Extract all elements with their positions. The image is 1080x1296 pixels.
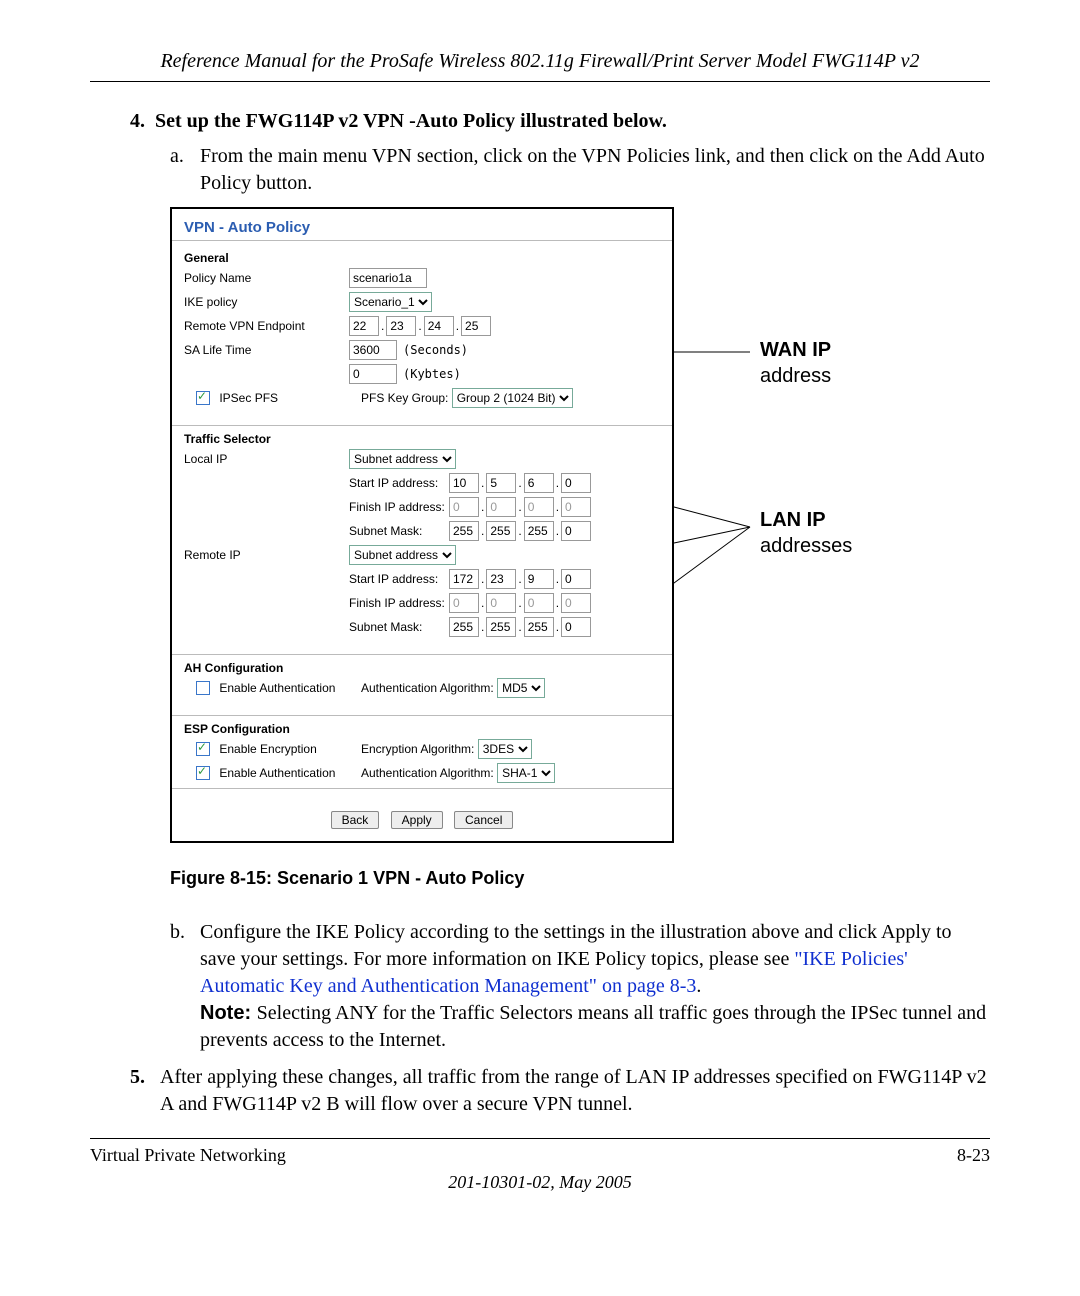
apply-button[interactable]: Apply xyxy=(391,811,443,829)
sa-kbytes-unit: (Kybtes) xyxy=(403,367,461,381)
local-mask-oct2[interactable] xyxy=(486,521,516,541)
step-5: 5. After applying these changes, all tra… xyxy=(130,1064,990,1118)
remote-finish-oct4[interactable] xyxy=(561,593,591,613)
remote-mask-oct3[interactable] xyxy=(524,617,554,637)
local-mask-oct3[interactable] xyxy=(524,521,554,541)
local-ip-label: Local IP xyxy=(184,452,349,466)
ipsec-pfs-label: IPSec PFS xyxy=(219,391,278,405)
step-4a: a. From the main menu VPN section, click… xyxy=(170,143,990,197)
ah-auth-algo-select[interactable]: MD5 xyxy=(497,678,545,698)
local-ip-type-select[interactable]: Subnet address xyxy=(349,449,456,469)
remote-finish-oct1[interactable] xyxy=(449,593,479,613)
local-finish-oct3[interactable] xyxy=(524,497,554,517)
ah-config-heading: AH Configuration xyxy=(184,661,660,675)
esp-config-heading: ESP Configuration xyxy=(184,722,660,736)
pfs-key-group-label: PFS Key Group: xyxy=(361,391,448,405)
local-finish-oct4[interactable] xyxy=(561,497,591,517)
ike-policy-select[interactable]: Scenario_1 xyxy=(349,292,432,312)
local-subnet-mask-label: Subnet Mask: xyxy=(349,524,449,538)
vpn-auto-policy-panel: VPN - Auto Policy General Policy Name IK… xyxy=(170,207,674,843)
remote-start-oct3[interactable] xyxy=(524,569,554,589)
remote-start-oct1[interactable] xyxy=(449,569,479,589)
local-finish-oct2[interactable] xyxy=(486,497,516,517)
remote-start-oct4[interactable] xyxy=(561,569,591,589)
remote-finish-oct2[interactable] xyxy=(486,593,516,613)
esp-enable-enc-checkbox[interactable] xyxy=(196,742,210,756)
remote-ep-oct4[interactable] xyxy=(461,316,491,336)
step-4-heading: 4. Set up the FWG114P v2 VPN -Auto Polic… xyxy=(130,110,990,133)
remote-subnet-mask-label: Subnet Mask: xyxy=(349,620,449,634)
local-start-oct1[interactable] xyxy=(449,473,479,493)
esp-auth-algo-label: Authentication Algorithm: xyxy=(361,766,494,780)
remote-ip-label: Remote IP xyxy=(184,548,349,562)
sa-seconds-input[interactable] xyxy=(349,340,397,360)
figure-8-15: WAN IPaddress LAN IPaddresses VPN - Auto… xyxy=(170,207,990,843)
ah-enable-auth-label: Enable Authentication xyxy=(219,681,335,695)
policy-name-input[interactable] xyxy=(349,268,427,288)
local-finish-ip-label: Finish IP address: xyxy=(349,500,449,514)
back-button[interactable]: Back xyxy=(331,811,380,829)
ah-enable-auth-checkbox[interactable] xyxy=(196,681,210,695)
local-mask-oct1[interactable] xyxy=(449,521,479,541)
page-footer: Virtual Private Networking 8-23 xyxy=(90,1138,990,1166)
local-start-oct4[interactable] xyxy=(561,473,591,493)
remote-ep-oct3[interactable] xyxy=(424,316,454,336)
local-start-oct2[interactable] xyxy=(486,473,516,493)
panel-title: VPN - Auto Policy xyxy=(172,209,672,241)
esp-enable-auth-checkbox[interactable] xyxy=(196,766,210,780)
local-start-oct3[interactable] xyxy=(524,473,554,493)
remote-mask-oct2[interactable] xyxy=(486,617,516,637)
ipsec-pfs-checkbox[interactable] xyxy=(196,391,210,405)
sa-life-time-label: SA Life Time xyxy=(184,343,349,357)
remote-ep-oct2[interactable] xyxy=(386,316,416,336)
esp-enable-auth-label: Enable Authentication xyxy=(219,766,335,780)
doc-id: 201-10301-02, May 2005 xyxy=(90,1172,990,1193)
esp-enable-enc-label: Enable Encryption xyxy=(219,742,316,756)
local-start-ip-label: Start IP address: xyxy=(349,476,449,490)
ah-auth-algo-label: Authentication Algorithm: xyxy=(361,681,494,695)
esp-enc-algo-select[interactable]: 3DES xyxy=(478,739,532,759)
footer-left: Virtual Private Networking xyxy=(90,1145,286,1166)
remote-start-ip-label: Start IP address: xyxy=(349,572,449,586)
pfs-key-group-select[interactable]: Group 2 (1024 Bit) xyxy=(452,388,573,408)
remote-ip-type-select[interactable]: Subnet address xyxy=(349,545,456,565)
remote-endpoint-label: Remote VPN Endpoint xyxy=(184,319,349,333)
remote-ep-oct1[interactable] xyxy=(349,316,379,336)
annotation-lan-ip: LAN IPaddresses xyxy=(760,507,852,559)
sa-kbytes-input[interactable] xyxy=(349,364,397,384)
local-mask-oct4[interactable] xyxy=(561,521,591,541)
esp-auth-algo-select[interactable]: SHA-1 xyxy=(497,763,555,783)
annotation-wan-ip: WAN IPaddress xyxy=(760,337,831,389)
esp-enc-algo-label: Encryption Algorithm: xyxy=(361,742,474,756)
step-4b: b. Configure the IKE Policy according to… xyxy=(170,919,990,1054)
figure-caption: Figure 8-15: Scenario 1 VPN - Auto Polic… xyxy=(170,868,990,889)
local-finish-oct1[interactable] xyxy=(449,497,479,517)
manual-header: Reference Manual for the ProSafe Wireles… xyxy=(90,50,990,82)
cancel-button[interactable]: Cancel xyxy=(454,811,513,829)
remote-start-oct2[interactable] xyxy=(486,569,516,589)
policy-name-label: Policy Name xyxy=(184,271,349,285)
remote-finish-oct3[interactable] xyxy=(524,593,554,613)
general-heading: General xyxy=(184,251,660,265)
traffic-selector-heading: Traffic Selector xyxy=(184,432,660,446)
remote-finish-ip-label: Finish IP address: xyxy=(349,596,449,610)
remote-mask-oct1[interactable] xyxy=(449,617,479,637)
footer-right: 8-23 xyxy=(957,1145,990,1166)
remote-mask-oct4[interactable] xyxy=(561,617,591,637)
ike-policy-label: IKE policy xyxy=(184,295,349,309)
sa-seconds-unit: (Seconds) xyxy=(403,343,468,357)
